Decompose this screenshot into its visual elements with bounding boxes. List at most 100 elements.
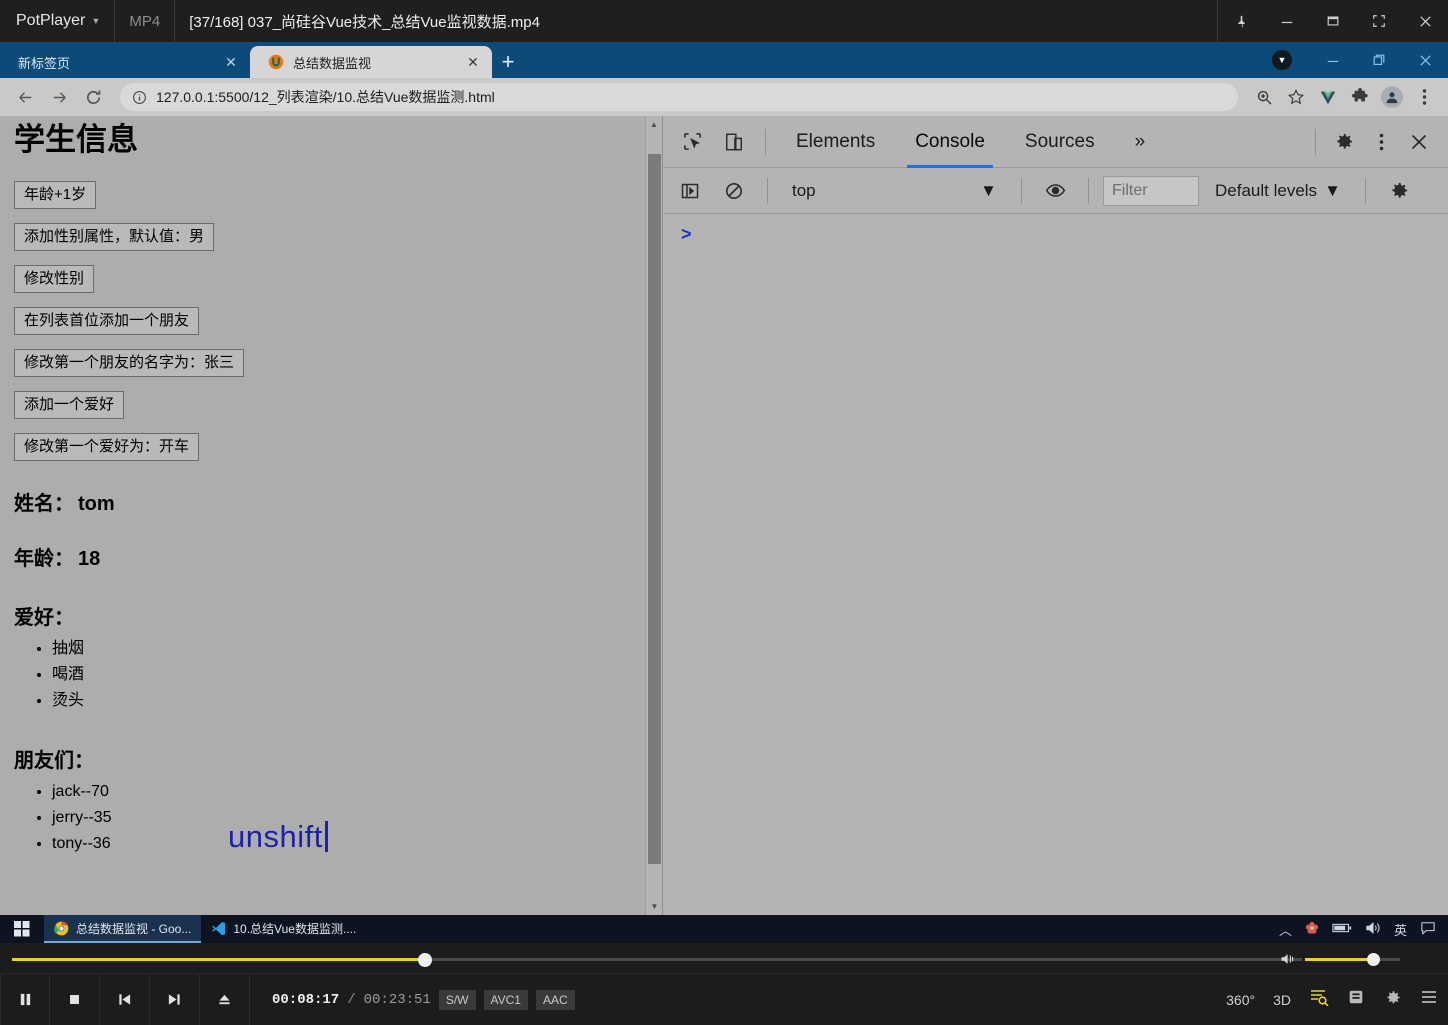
volume-knob[interactable] xyxy=(1367,952,1381,966)
potplayer-controls: 00:08:17 / 00:23:51 S/W AVC1 AAC 360° 3D xyxy=(0,943,1448,1025)
volume-track[interactable] xyxy=(1305,952,1400,966)
ime-language-indicator[interactable]: 英 xyxy=(1394,920,1407,939)
forward-arrow-icon[interactable] xyxy=(44,82,74,112)
minimize-icon[interactable] xyxy=(1310,42,1356,78)
btn-modify-first-friend-name[interactable]: 修改第一个朋友的名字为：张三 xyxy=(14,349,245,377)
settings-gear-icon[interactable] xyxy=(1383,988,1402,1012)
start-button[interactable] xyxy=(0,915,44,943)
progress-track[interactable] xyxy=(12,952,1302,967)
fullscreen-icon[interactable] xyxy=(1356,0,1402,42)
minimize-icon[interactable] xyxy=(1264,0,1310,42)
btn-modify-sex[interactable]: 修改性别 xyxy=(14,265,95,293)
inspect-element-icon[interactable] xyxy=(673,123,711,161)
video-3d-button[interactable]: 3D xyxy=(1273,992,1291,1008)
pin-icon[interactable] xyxy=(1218,0,1264,42)
student-name-value: tom xyxy=(78,493,115,515)
close-devtools-icon[interactable] xyxy=(1400,123,1438,161)
notifications-icon[interactable] xyxy=(1420,921,1436,938)
battery-icon[interactable] xyxy=(1332,922,1352,937)
console-settings-icon[interactable] xyxy=(1380,172,1418,210)
scroll-down-arrow-icon[interactable]: ▼ xyxy=(646,898,662,915)
eject-button[interactable] xyxy=(200,973,250,1025)
browser-tab-newtabpage[interactable]: 新标签页 ✕ xyxy=(0,46,250,78)
time-separator: / xyxy=(347,991,356,1008)
friends-list: jack--70 jerry--35 tony--36 xyxy=(52,779,631,857)
extensions-puzzle-icon[interactable] xyxy=(1346,83,1374,111)
profile-avatar-icon[interactable] xyxy=(1378,83,1406,111)
bookmark-star-icon[interactable] xyxy=(1282,83,1310,111)
stop-button[interactable] xyxy=(50,973,100,1025)
clear-console-icon[interactable] xyxy=(715,172,753,210)
potplayer-window-controls xyxy=(1217,0,1448,42)
scrollbar-thumb[interactable] xyxy=(648,154,661,864)
tab-close-icon[interactable]: ✕ xyxy=(222,53,240,71)
taskbar-item-chrome[interactable]: 总结数据监视 - Goo... xyxy=(44,915,202,943)
console-output-area[interactable]: > xyxy=(663,214,1448,915)
list-item: 烫头 xyxy=(52,688,631,714)
zoom-icon[interactable] xyxy=(1250,83,1278,111)
taskbar-item-vscode[interactable]: 10.总结Vue数据监测.... xyxy=(201,915,366,943)
filter-placeholder: Filter xyxy=(1112,181,1148,199)
menu-icon[interactable] xyxy=(1420,989,1438,1010)
chrome-menu-icon[interactable] xyxy=(1410,83,1438,111)
student-name-label: 姓名： xyxy=(14,493,74,515)
playlist-search-icon[interactable] xyxy=(1309,988,1329,1011)
chevron-up-icon[interactable]: ︿ xyxy=(1279,920,1292,939)
close-icon[interactable] xyxy=(1402,0,1448,42)
console-context-selector[interactable]: top ▼ xyxy=(782,181,1007,201)
list-item: jerry--35 xyxy=(52,805,631,831)
badge-video-codec: AVC1 xyxy=(483,989,528,1010)
vue-devtools-icon[interactable] xyxy=(1314,83,1342,111)
vr-360-button[interactable]: 360° xyxy=(1226,992,1255,1008)
browser-tab-active[interactable]: 总结数据监视 ✕ xyxy=(250,46,492,78)
live-expression-icon[interactable] xyxy=(1036,172,1074,210)
divider xyxy=(1021,177,1022,204)
preferences-icon[interactable] xyxy=(1347,988,1365,1011)
console-log-levels-dropdown[interactable]: Default levels ▼ xyxy=(1205,181,1351,201)
annotation-unshift-text: unshift xyxy=(228,819,328,855)
video-progress-slider[interactable] xyxy=(12,951,1302,967)
volume-slider[interactable] xyxy=(1280,951,1400,967)
restore-icon[interactable] xyxy=(1356,42,1402,78)
btn-add-friend-first[interactable]: 在列表首位添加一个朋友 xyxy=(14,307,200,335)
app-flower-icon[interactable] xyxy=(1305,921,1319,938)
btn-add-hobby[interactable]: 添加一个爱好 xyxy=(14,391,125,419)
btn-add-sex-property[interactable]: 添加性别属性，默认值：男 xyxy=(14,223,215,251)
student-age-value: 18 xyxy=(78,548,101,570)
volume-icon[interactable] xyxy=(1280,952,1297,966)
page-scrollbar[interactable]: ▲ ▼ xyxy=(645,116,662,915)
devtools-menu-icon[interactable] xyxy=(1362,123,1400,161)
potplayer-menu-button[interactable]: PotPlayer ▾ xyxy=(0,0,116,42)
tab-elements[interactable]: Elements xyxy=(778,116,893,168)
reload-icon[interactable] xyxy=(78,82,108,112)
console-sidebar-icon[interactable] xyxy=(671,172,709,210)
console-filter-input[interactable]: Filter xyxy=(1103,175,1199,206)
tab-console[interactable]: Console xyxy=(897,116,1003,168)
new-tab-button[interactable]: + xyxy=(492,46,524,78)
address-bar[interactable]: 127.0.0.1:5500/12_列表渲染/10.总结Vue数据监测.html xyxy=(120,83,1238,111)
tab-sources[interactable]: Sources xyxy=(1007,116,1113,168)
chevron-down-icon: ▾ xyxy=(93,15,99,27)
volume-icon[interactable] xyxy=(1365,921,1381,938)
restore-icon[interactable] xyxy=(1310,0,1356,42)
web-page-pane: 学生信息 年龄+1岁 添加性别属性，默认值：男 修改性别 在列表首位添加一个朋友 xyxy=(0,116,662,915)
btn-modify-first-hobby[interactable]: 修改第一个爱好为：开车 xyxy=(14,433,200,461)
next-button[interactable] xyxy=(150,973,200,1025)
site-info-icon[interactable] xyxy=(132,90,147,105)
progress-knob[interactable] xyxy=(417,952,432,967)
update-chevron-icon[interactable]: ▼ xyxy=(1272,50,1292,70)
tab-close-icon[interactable]: ✕ xyxy=(464,53,482,71)
more-tabs-icon[interactable]: » xyxy=(1117,116,1164,168)
btn-increase-age[interactable]: 年龄+1岁 xyxy=(14,181,97,209)
button-row: 在列表首位添加一个朋友 xyxy=(14,307,631,335)
page-content: 学生信息 年龄+1岁 添加性别属性，默认值：男 修改性别 在列表首位添加一个朋友 xyxy=(0,116,645,870)
device-toolbar-icon[interactable] xyxy=(715,123,753,161)
taskbar-item-label: 总结数据监视 - Goo... xyxy=(76,921,192,936)
pause-button[interactable] xyxy=(0,973,50,1025)
console-prompt-icon: > xyxy=(681,224,692,244)
close-icon[interactable] xyxy=(1402,42,1448,78)
scroll-up-arrow-icon[interactable]: ▲ xyxy=(646,116,662,133)
settings-gear-icon[interactable] xyxy=(1324,123,1362,161)
back-arrow-icon[interactable] xyxy=(10,82,40,112)
previous-button[interactable] xyxy=(100,973,150,1025)
